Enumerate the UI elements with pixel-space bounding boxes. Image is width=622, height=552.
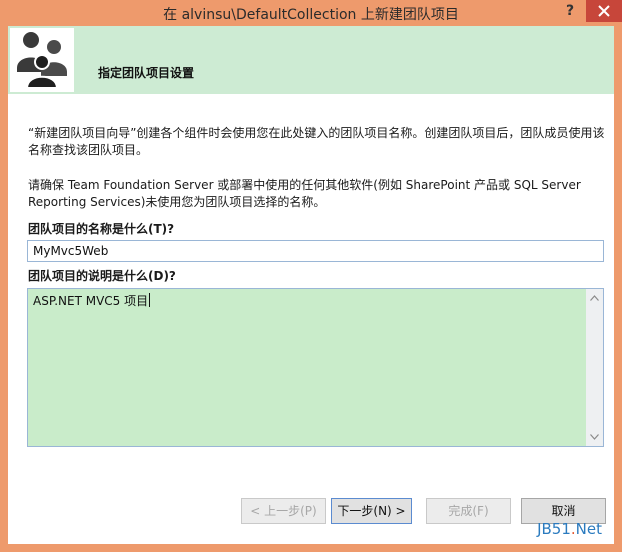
wizard-window: 在 alvinsu\DefaultCollection 上新建团队项目 ? 指定… — [0, 0, 622, 552]
description-scrollbar[interactable] — [586, 289, 603, 446]
wizard-body: 指定团队项目设置 “新建团队项目向导”创建各个组件时会使用您在此处键入的团队项目… — [8, 26, 614, 544]
description-paragraph-1: “新建团队项目向导”创建各个组件时会使用您在此处键入的团队项目名称。创建团队项目… — [28, 126, 605, 157]
project-name-input[interactable] — [27, 240, 604, 262]
description-paragraph-2: 请确保 Team Foundation Server 或部署中使用的任何其他软件… — [28, 178, 581, 209]
project-name-label: 团队项目的名称是什么(T)? — [28, 222, 175, 236]
back-button[interactable]: < 上一步(P) — [241, 498, 326, 524]
wizard-header: 指定团队项目设置 — [8, 26, 614, 94]
window-title: 在 alvinsu\DefaultCollection 上新建团队项目 — [163, 7, 459, 23]
title-bar[interactable]: 在 alvinsu\DefaultCollection 上新建团队项目 ? — [0, 0, 622, 26]
text-caret — [149, 293, 151, 307]
next-button[interactable]: 下一步(N) > — [331, 498, 412, 524]
page-title: 指定团队项目设置 — [98, 66, 195, 80]
help-button[interactable]: ? — [562, 2, 578, 20]
team-people-icon — [10, 28, 74, 92]
close-button[interactable] — [586, 0, 622, 22]
scroll-down-icon[interactable] — [590, 434, 599, 440]
project-description-value: ASP.NET MVC5 项目 — [33, 293, 151, 308]
project-description-textarea[interactable]: ASP.NET MVC5 项目 — [27, 288, 604, 447]
scroll-up-icon[interactable] — [590, 295, 599, 301]
finish-button[interactable]: 完成(F) — [426, 498, 511, 524]
project-description-label: 团队项目的说明是什么(D)? — [28, 269, 176, 283]
close-icon — [598, 5, 610, 17]
site-watermark: JB51.Net — [537, 520, 602, 538]
